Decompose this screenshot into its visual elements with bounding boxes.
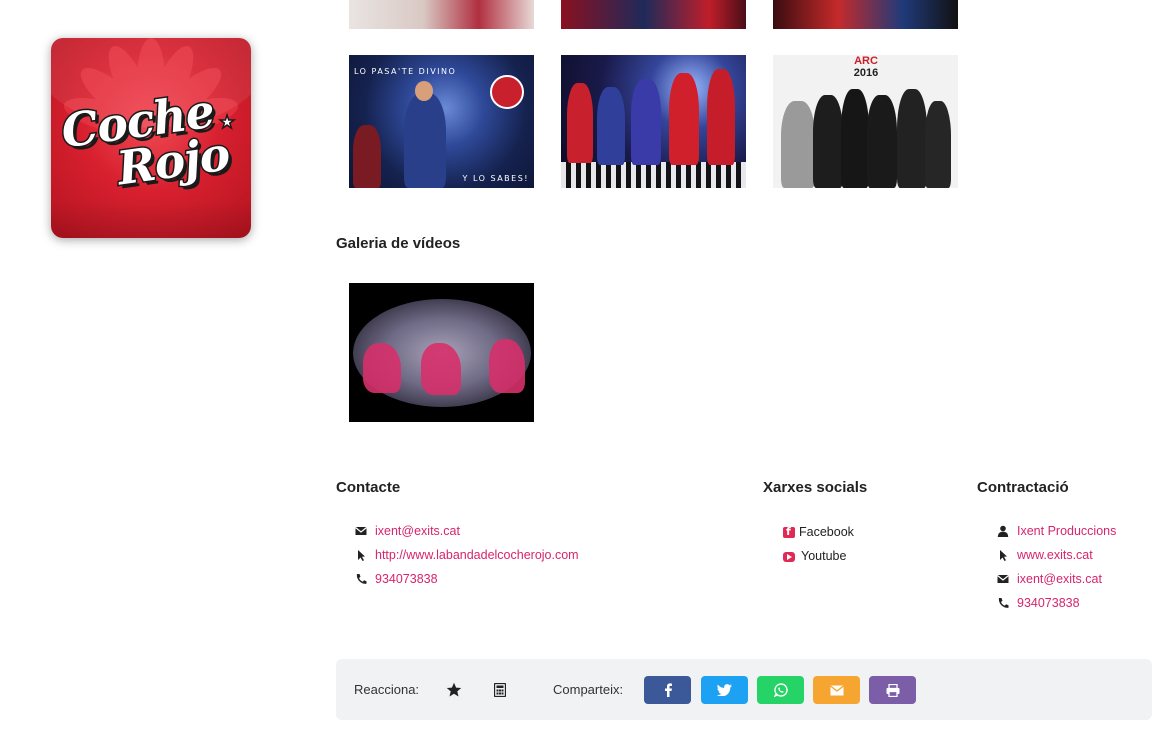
envelope-icon: [355, 527, 367, 535]
pointer-icon: [358, 550, 365, 561]
contractacio-phone[interactable]: 934073838: [997, 591, 1116, 615]
gallery-photo-dancers[interactable]: [561, 55, 746, 188]
phone-icon: [998, 598, 1009, 608]
printer-icon: [886, 683, 899, 697]
contacte-email-link[interactable]: ixent@exits.cat: [375, 524, 460, 538]
share-label: Comparteix:: [553, 682, 624, 697]
user-icon: [997, 525, 1009, 537]
band-badge-icon: [490, 75, 524, 109]
calculator-icon[interactable]: [494, 683, 506, 697]
contractacio-company-link[interactable]: Ixent Produccions: [1017, 524, 1116, 538]
share-twitter-button[interactable]: [701, 676, 748, 704]
share-email-button[interactable]: [813, 676, 860, 704]
xarxes-heading: Xarxes socials: [763, 479, 868, 496]
print-button[interactable]: [869, 676, 916, 704]
contacte-list: ixent@exits.cat http://www.labandadelcoc…: [355, 519, 579, 591]
contacte-web[interactable]: http://www.labandadelcocherojo.com: [355, 543, 579, 567]
react-label: Reacciona:: [354, 682, 420, 697]
gallery-photo[interactable]: [349, 0, 534, 29]
action-bar: Reacciona: Comparteix:: [336, 659, 1152, 720]
contacte-web-link[interactable]: http://www.labandadelcocherojo.com: [375, 548, 579, 562]
contractacio-email-link[interactable]: ixent@exits.cat: [1017, 572, 1102, 586]
xarxes-list: Facebook Youtube: [783, 520, 854, 568]
contractacio-web-link[interactable]: www.exits.cat: [1017, 548, 1093, 562]
xarxes-facebook[interactable]: Facebook: [783, 520, 854, 544]
contacte-email[interactable]: ixent@exits.cat: [355, 519, 579, 543]
contractacio-phone-link[interactable]: 934073838: [1017, 596, 1080, 610]
whatsapp-icon: [773, 683, 788, 697]
gallery-photo[interactable]: [561, 0, 746, 29]
contractacio-email[interactable]: ixent@exits.cat: [997, 567, 1116, 591]
phone-icon: [356, 574, 367, 584]
gallery-photo-singer[interactable]: LO PASA'TE DIVINO Y LO SABES!: [349, 55, 534, 188]
contractacio-web[interactable]: www.exits.cat: [997, 543, 1116, 567]
contractacio-list: Ixent Produccions www.exits.cat ixent@ex…: [997, 519, 1116, 615]
video-thumbnail[interactable]: [349, 283, 534, 422]
envelope-icon: [829, 684, 844, 695]
award-badge-text: ARC: [854, 55, 878, 67]
contractacio-company[interactable]: Ixent Produccions: [997, 519, 1116, 543]
gallery-photo[interactable]: [773, 0, 958, 29]
xarxes-youtube[interactable]: Youtube: [783, 544, 854, 568]
contractacio-heading: Contractació: [977, 479, 1069, 496]
video-gallery-heading: Galeria de vídeos: [336, 235, 461, 252]
pointer-icon: [1000, 550, 1007, 561]
youtube-icon: [783, 552, 795, 562]
photo-caption-top: LO PASA'TE DIVINO: [354, 67, 457, 76]
facebook-link[interactable]: Facebook: [799, 525, 854, 539]
gallery-photo-award[interactable]: ARC 2016: [773, 55, 958, 188]
contacte-heading: Contacte: [336, 479, 401, 496]
share-facebook-button[interactable]: [644, 676, 691, 704]
band-logo: Coche Rojo ★: [51, 38, 251, 238]
youtube-link[interactable]: Youtube: [801, 549, 846, 563]
logo-star-icon: ★: [218, 111, 236, 133]
facebook-icon: [783, 525, 795, 538]
twitter-icon: [717, 684, 732, 696]
share-whatsapp-button[interactable]: [757, 676, 804, 704]
envelope-icon: [997, 575, 1009, 583]
star-icon[interactable]: [446, 682, 462, 698]
facebook-icon: [664, 683, 672, 697]
contacte-phone-link[interactable]: 934073838: [375, 572, 438, 586]
award-badge-year: 2016: [853, 67, 879, 79]
photo-caption-bottom: Y LO SABES!: [462, 174, 529, 183]
contacte-phone[interactable]: 934073838: [355, 567, 579, 591]
